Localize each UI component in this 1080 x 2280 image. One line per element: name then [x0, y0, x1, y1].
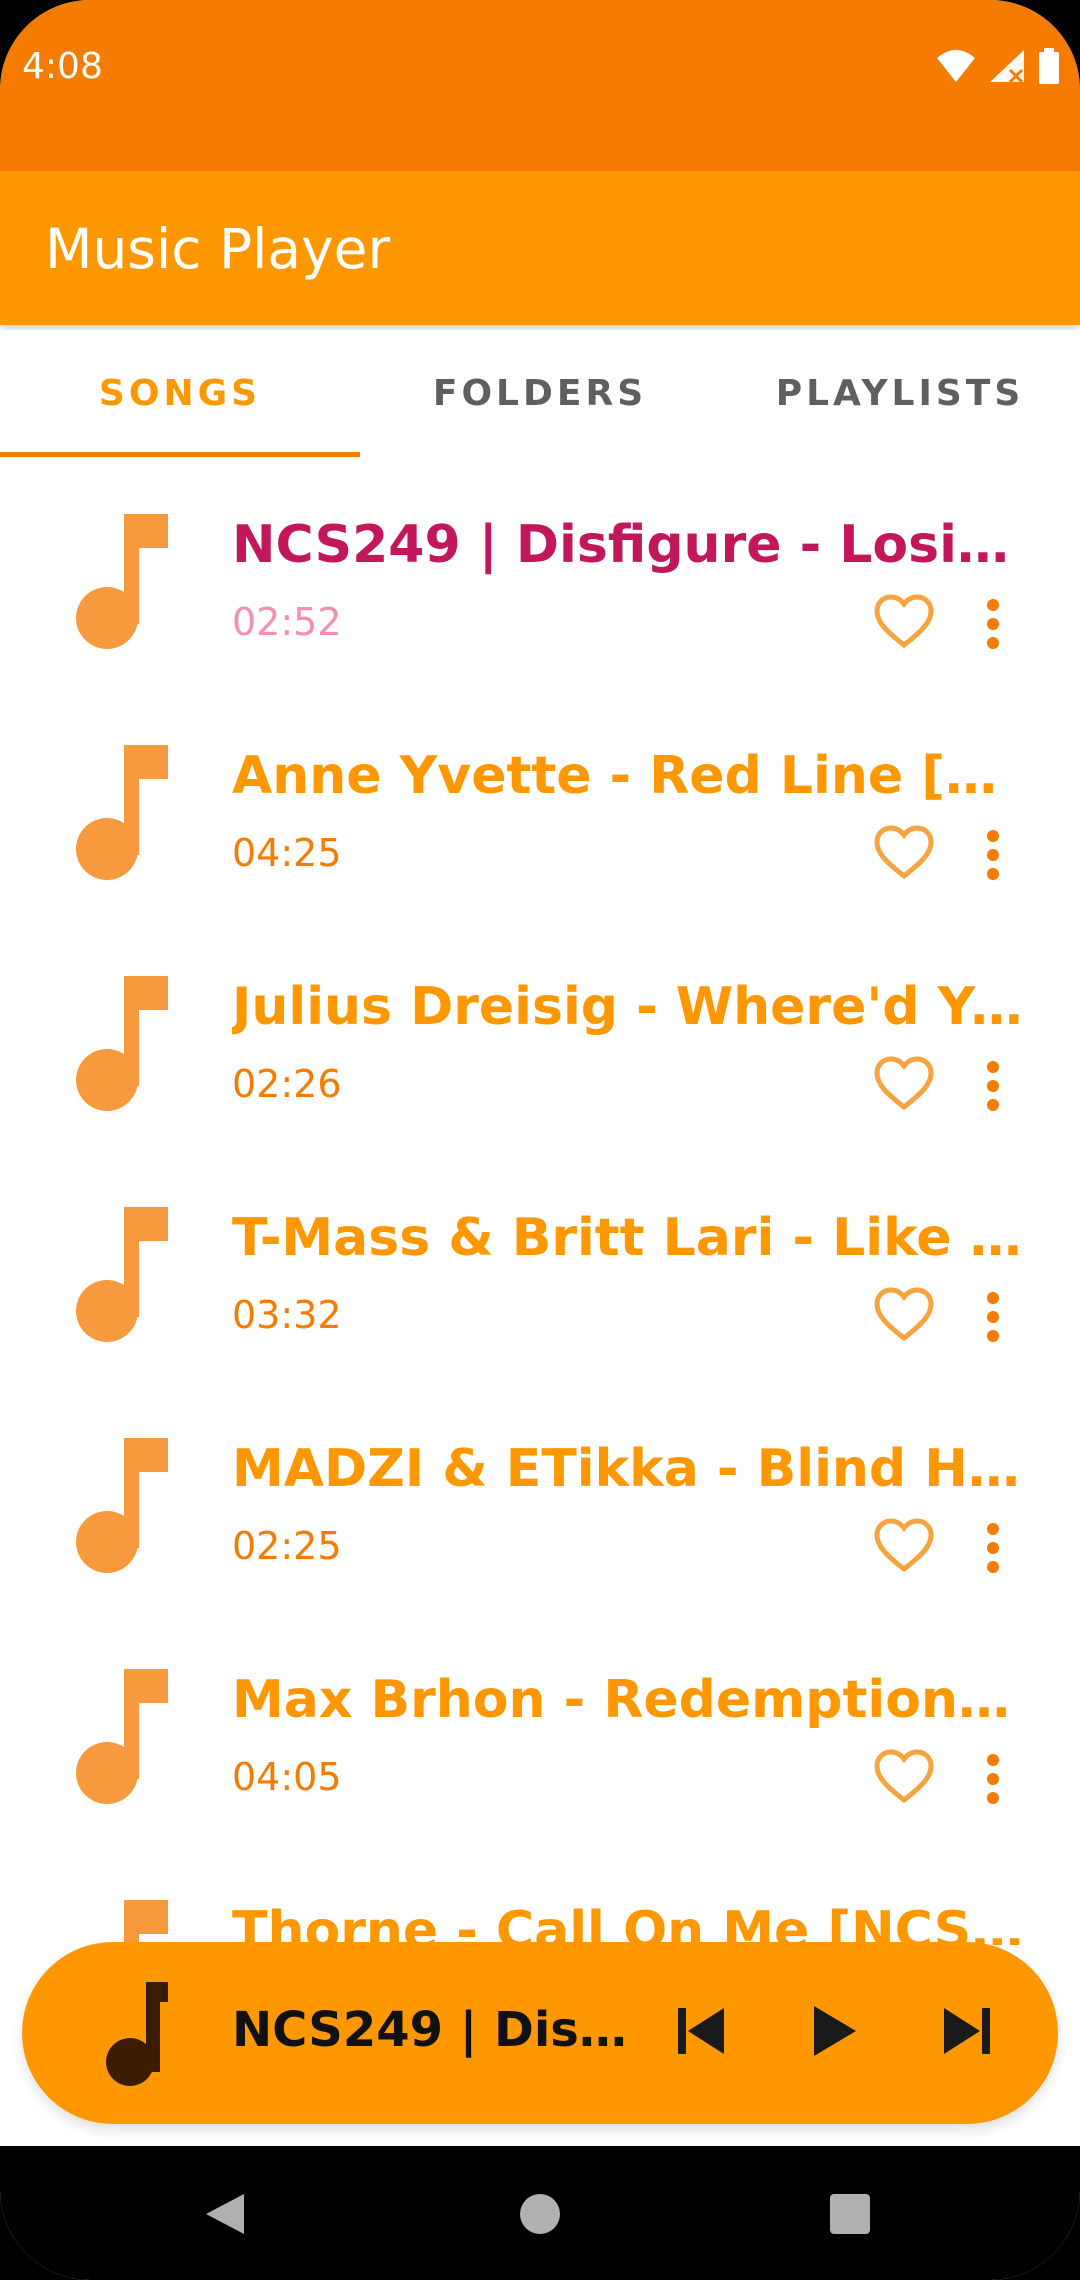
- heart-outline-icon[interactable]: [873, 1055, 935, 1111]
- song-item[interactable]: NCS249 | Disfigure - Losing Sl… 02:52: [0, 465, 1080, 696]
- system-nav-bar: [0, 2146, 1080, 2280]
- music-note-icon: [106, 1982, 168, 2086]
- song-duration: 04:05: [232, 1755, 342, 1799]
- heart-outline-icon[interactable]: [873, 1517, 935, 1573]
- music-note-icon: [76, 976, 168, 1111]
- skip-previous-icon[interactable]: [672, 2000, 732, 2062]
- mini-player[interactable]: NCS249 | Disfig…: [22, 1942, 1058, 2124]
- tab-indicator: [0, 452, 360, 457]
- status-bar: 4:08: [0, 0, 1080, 171]
- tab-bar: SONGS FOLDERS PLAYLISTS: [0, 330, 1080, 457]
- song-item[interactable]: Max Brhon - Redemption [NC… 04:05: [0, 1620, 1080, 1851]
- tab-playlists[interactable]: PLAYLISTS: [720, 330, 1080, 456]
- mini-player-title: NCS249 | Disfig…: [232, 2002, 652, 2058]
- song-title: MADZI & ETikka - Blind Heart …: [232, 1439, 1027, 1499]
- recents-icon[interactable]: [820, 2184, 880, 2244]
- song-item[interactable]: Anne Yvette - Red Line [NCS R… 04:25: [0, 696, 1080, 927]
- tab-folders[interactable]: FOLDERS: [360, 330, 720, 456]
- song-duration: 02:26: [232, 1062, 342, 1106]
- song-title: Anne Yvette - Red Line [NCS R…: [232, 746, 1027, 806]
- play-icon[interactable]: [804, 2000, 864, 2062]
- music-note-icon: [76, 514, 168, 649]
- status-icons: [936, 46, 1060, 86]
- more-vert-icon[interactable]: [975, 1522, 1011, 1574]
- more-vert-icon[interactable]: [975, 1291, 1011, 1343]
- heart-outline-icon[interactable]: [873, 1748, 935, 1804]
- song-title: Julius Dreisig - Where'd You G…: [232, 977, 1027, 1037]
- more-vert-icon[interactable]: [975, 598, 1011, 650]
- music-note-icon: [76, 745, 168, 880]
- heart-outline-icon[interactable]: [873, 824, 935, 880]
- music-note-icon: [76, 1669, 168, 1804]
- wifi-icon: [937, 50, 975, 82]
- song-duration: 04:25: [232, 831, 342, 875]
- more-vert-icon[interactable]: [975, 1753, 1011, 1805]
- app-bar: Music Player: [0, 171, 1080, 325]
- more-vert-icon[interactable]: [975, 1060, 1011, 1112]
- song-title: NCS249 | Disfigure - Losing Sl…: [232, 515, 1027, 575]
- tab-songs[interactable]: SONGS: [0, 330, 360, 456]
- music-note-icon: [76, 1438, 168, 1573]
- phone-screen: 4:08 Music Player SONGS FOLDERS PLAYLIST…: [0, 0, 1080, 2280]
- song-duration: 03:32: [232, 1293, 342, 1337]
- song-title: Thorne - Call On Me [NCS Rel…: [232, 1901, 1027, 1945]
- back-icon[interactable]: [196, 2184, 256, 2244]
- music-note-icon: [76, 1207, 168, 1342]
- home-icon[interactable]: [510, 2184, 570, 2244]
- song-title: Max Brhon - Redemption [NC…: [232, 1670, 1027, 1730]
- song-item[interactable]: T-Mass & Britt Lari - Like Me [… 03:32: [0, 1158, 1080, 1389]
- song-list[interactable]: NCS249 | Disfigure - Losing Sl… 02:52 An…: [0, 465, 1080, 1945]
- signal-icon: [990, 50, 1024, 84]
- status-time: 4:08: [22, 46, 103, 87]
- song-item[interactable]: Thorne - Call On Me [NCS Rel…: [0, 1851, 1080, 1945]
- song-duration: 02:25: [232, 1524, 342, 1568]
- heart-outline-icon[interactable]: [873, 593, 935, 649]
- song-duration: 02:52: [232, 600, 342, 644]
- more-vert-icon[interactable]: [975, 829, 1011, 881]
- music-note-icon: [124, 1900, 168, 1945]
- song-title: T-Mass & Britt Lari - Like Me […: [232, 1208, 1027, 1268]
- heart-outline-icon[interactable]: [873, 1286, 935, 1342]
- skip-next-icon[interactable]: [936, 2000, 996, 2062]
- battery-icon: [1039, 48, 1059, 84]
- app-title: Music Player: [45, 217, 391, 281]
- song-item[interactable]: Julius Dreisig - Where'd You G… 02:26: [0, 927, 1080, 1158]
- song-item[interactable]: MADZI & ETikka - Blind Heart … 02:25: [0, 1389, 1080, 1620]
